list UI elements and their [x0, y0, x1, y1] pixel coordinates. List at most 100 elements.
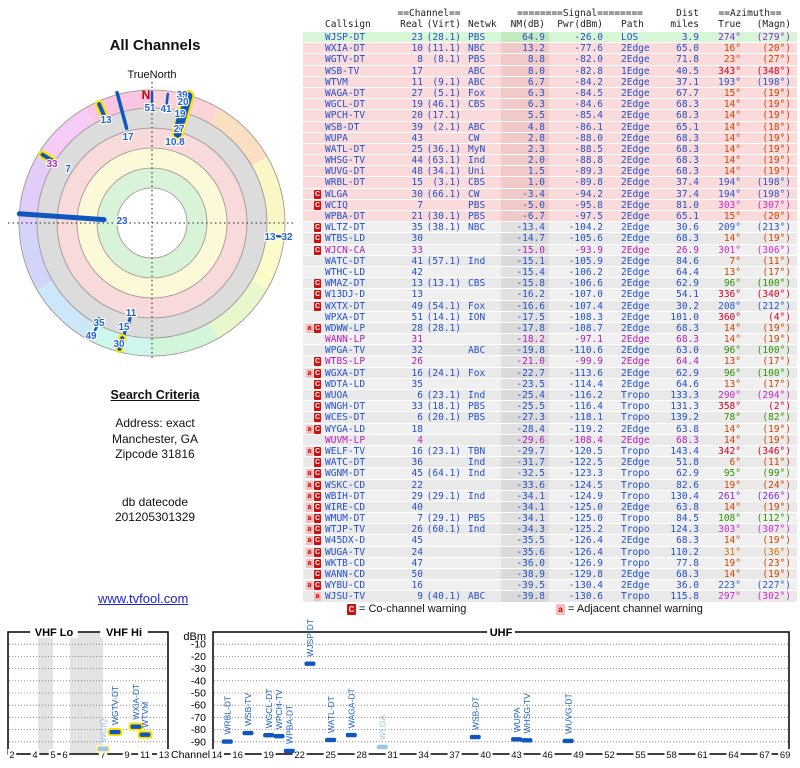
- signal-marker-callsign: WUVG-DT: [563, 693, 573, 734]
- cell-virt: (11.1): [426, 43, 461, 55]
- cell-azimuth-true: 14°: [723, 99, 741, 111]
- cell-pwr: -130.4: [568, 580, 603, 592]
- cell-warnings: aC: [303, 502, 323, 512]
- cell-nm: -15.1: [501, 255, 549, 267]
- cell-warnings: aC: [303, 535, 323, 546]
- cell-callsign: WIRE-CD: [325, 501, 366, 513]
- signal-marker-callsign: WHSG-TV: [522, 693, 532, 733]
- cell-path: 2Edge: [621, 121, 650, 133]
- cell-netwk: [461, 356, 501, 366]
- cell-pwr: -124.5: [568, 479, 603, 491]
- adjacent-warning-icon: a: [306, 581, 313, 591]
- adjacent-warning-icon: a: [306, 536, 313, 546]
- cell-dist: 65.0: [676, 43, 699, 55]
- table-row: WUVM-LP 4 -29.6 -108.4 2Edge 68.3 14° (19°): [303, 434, 797, 446]
- cell-path: Tropo: [621, 401, 650, 413]
- header-path: Path: [621, 19, 644, 30]
- cell-pwr: -119.2: [568, 423, 603, 435]
- table-row: WRBL-DT 15 (3.1) CBS 1.0 -89.8 2Edge 37.4 194° (1…: [303, 177, 797, 189]
- cell-warnings: aC: [303, 424, 323, 434]
- cell-pwr: -108.4: [568, 434, 603, 446]
- cell-pwr: -97.1: [574, 334, 603, 346]
- cell-callsign: WATC-DT: [325, 457, 366, 469]
- cell-warnings: C: [303, 289, 323, 300]
- co-channel-warning-icon: C: [314, 234, 321, 244]
- cell-dist: 63.8: [676, 423, 699, 435]
- cell-real: 21: [411, 211, 423, 222]
- cell-pwr: -105.9: [568, 255, 603, 267]
- cell-real: 13: [411, 278, 423, 290]
- channel-tick-label: 25: [325, 750, 336, 761]
- cell-netwk: ABC: [468, 65, 486, 77]
- table-row: C WNGH-DT 33 (18.1) PBS -25.5 -116.4 Tropo 131.3…: [303, 401, 797, 413]
- signal-marker-callsign: WGTV-DT: [110, 686, 120, 725]
- cell-nm: 64.9: [501, 32, 549, 43]
- azimuth-group-header: ==Azimuth==: [718, 8, 782, 19]
- cell-warnings: aC: [303, 323, 323, 333]
- cell-callsign: WDTA-LD: [325, 378, 366, 390]
- cell-azimuth-magn: (19°): [762, 501, 791, 513]
- cell-azimuth-magn: (19°): [762, 132, 791, 144]
- db-datecode-label: db datecode: [121, 494, 189, 509]
- channel-tick-label: 37: [449, 750, 460, 761]
- co-channel-warning-icon: C: [314, 525, 321, 535]
- cell-pwr: -94.2: [574, 188, 603, 200]
- cell-callsign: WGXA-DT: [325, 367, 366, 379]
- cell-azimuth-true: 194°: [718, 188, 741, 200]
- cell-virt: [423, 424, 461, 434]
- signal-marker: [273, 733, 285, 739]
- cell-azimuth-magn: (18°): [762, 121, 791, 133]
- radar-channel-label: 35: [93, 318, 105, 329]
- table-row: WJSP-DT 23 (28.1) PBS 64.9 -26.0 LOS 3.9 274° (27…: [303, 32, 797, 44]
- cell-real: 28: [411, 322, 423, 334]
- channel-tick-label: 2: [9, 750, 14, 761]
- co-channel-warning-icon: C: [314, 581, 321, 591]
- cell-dist: 115.8: [670, 591, 699, 603]
- cell-azimuth-magn: (19°): [762, 535, 791, 547]
- cell-dist: 54.1: [676, 289, 699, 301]
- cell-dist: 67.7: [676, 87, 699, 99]
- cell-real: 17: [411, 65, 423, 77]
- table-column-header-row: Callsign Real (Virt) Netwk NM(dB) Pwr(dBm) Pat…: [303, 19, 797, 30]
- cell-azimuth-true: 7°: [729, 255, 741, 267]
- cell-azimuth-magn: (294°): [756, 390, 791, 401]
- cell-azimuth-magn: (198°): [756, 76, 791, 88]
- cell-warnings: C: [303, 412, 323, 423]
- cell-real: 6: [417, 390, 423, 401]
- cell-dist: 65.1: [676, 121, 699, 133]
- cell-path: 2Edge: [621, 501, 650, 513]
- dbm-tick-label: -40: [191, 675, 206, 687]
- cell-virt: (5.1): [432, 87, 461, 99]
- signal-marker: [109, 729, 121, 735]
- cell-dist: 64.6: [676, 378, 699, 390]
- cell-virt: [423, 547, 461, 557]
- cell-azimuth-magn: (4°): [768, 311, 791, 323]
- cell-nm: 1.0: [501, 177, 549, 188]
- cell-dist: 68.3: [676, 569, 699, 580]
- cell-callsign: WUOA: [325, 390, 348, 401]
- table-row: C WJCN-CA 33 -15.0 -93.9 2Edge 26.9 301° (306°): [303, 244, 797, 256]
- channel-tick-label: 49: [573, 750, 584, 761]
- cell-netwk: NBC: [468, 43, 486, 55]
- cell-virt: (18.1): [426, 401, 461, 413]
- signal-marker: [469, 734, 481, 740]
- dbm-tick-label: -70: [191, 712, 206, 724]
- cell-pwr: -106.6: [568, 278, 603, 290]
- cell-callsign: WHSG-TV: [325, 155, 366, 167]
- co-channel-warning-icon: C: [314, 491, 321, 501]
- cell-virt: (57.1): [426, 255, 461, 267]
- cell-callsign: WANN-CD: [325, 569, 366, 580]
- adjacent-warning-icon: a: [306, 502, 313, 512]
- signal-marker: [376, 744, 388, 750]
- db-datecode-value: 201205301329: [114, 510, 196, 524]
- signal-marker-callsign: WSB-TV: [243, 693, 253, 726]
- cell-nm: -35.6: [501, 546, 549, 558]
- cell-dist: 37.1: [676, 76, 699, 88]
- signal-marker-callsign: WSB-DT: [470, 697, 480, 731]
- cell-azimuth-true: 31°: [723, 546, 741, 558]
- cell-callsign: WCIQ: [325, 199, 348, 211]
- cell-path: Tropo: [621, 591, 650, 603]
- station-table: ==Channel== ========Signal======== Dist ==A…: [303, 8, 797, 603]
- cell-virt: (54.1): [426, 300, 461, 312]
- adjacent-channel-legend: a = Adjacent channel warning: [556, 603, 703, 615]
